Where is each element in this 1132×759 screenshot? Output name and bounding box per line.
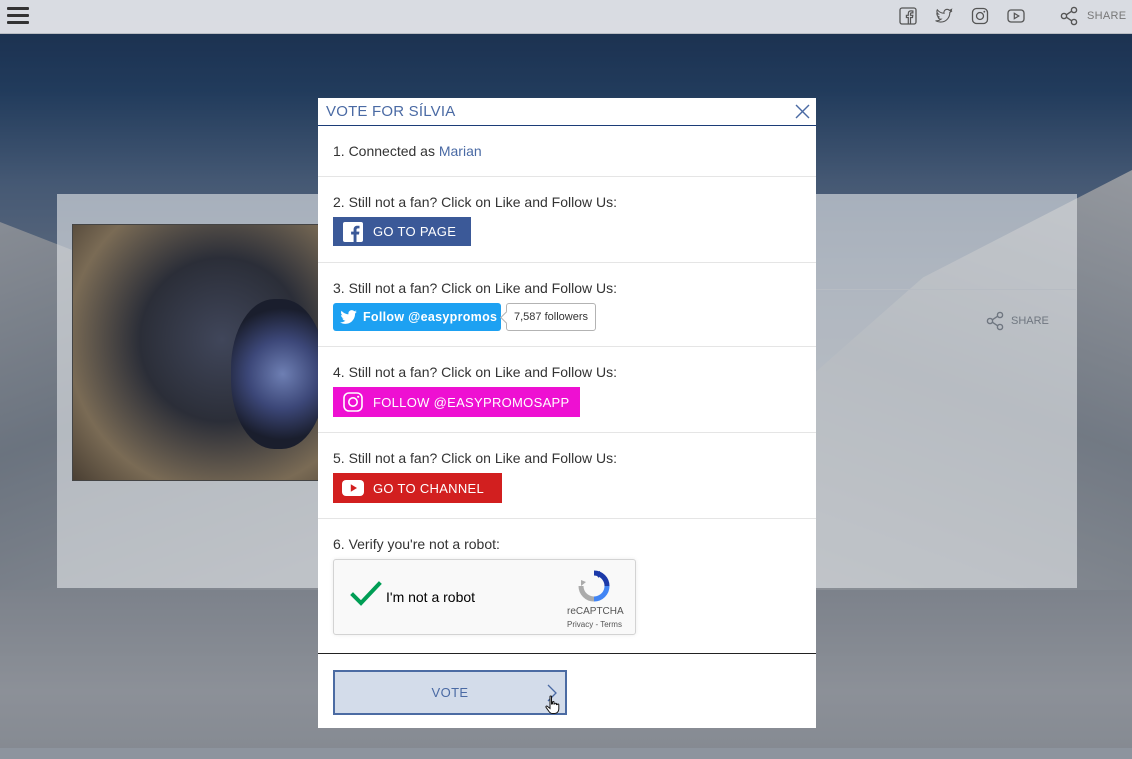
entry-photo bbox=[72, 224, 322, 481]
step-captcha: 6. Verify you're not a robot: I'm not a … bbox=[318, 519, 816, 653]
share-icon bbox=[1060, 6, 1078, 26]
instagram-icon bbox=[333, 392, 373, 412]
vote-modal: VOTE FOR SÍLVIA 1. Connected as Marian 2… bbox=[318, 98, 816, 728]
top-share-button[interactable]: SHARE bbox=[1059, 6, 1126, 26]
card-share-button[interactable]: SHARE bbox=[985, 311, 1049, 331]
step1-text: 1. Connected as Marian bbox=[333, 143, 482, 159]
youtube-go-to-channel-button[interactable]: GO TO CHANNEL bbox=[333, 473, 502, 503]
step-youtube: 5. Still not a fan? Click on Like and Fo… bbox=[318, 433, 816, 519]
twitter-icon bbox=[333, 310, 363, 324]
step-facebook: 2. Still not a fan? Click on Like and Fo… bbox=[318, 177, 816, 263]
vote-button[interactable]: VOTE bbox=[333, 670, 567, 715]
checkmark-icon[interactable] bbox=[350, 580, 382, 608]
facebook-icon[interactable] bbox=[899, 7, 917, 25]
step-instagram: 4. Still not a fan? Click on Like and Fo… bbox=[318, 347, 816, 433]
recaptcha-logo-icon bbox=[578, 570, 610, 602]
captcha-brand: reCAPTCHA bbox=[567, 606, 624, 617]
card-share-label: SHARE bbox=[1011, 315, 1049, 327]
menu-icon[interactable] bbox=[7, 7, 29, 25]
twitter-follow-button[interactable]: Follow @easypromos bbox=[333, 303, 501, 331]
twitter-icon[interactable] bbox=[935, 7, 953, 25]
youtube-icon bbox=[333, 480, 373, 496]
step6-text: 6. Verify you're not a robot: bbox=[333, 536, 500, 552]
vote-button-label: VOTE bbox=[431, 685, 469, 700]
modal-header: VOTE FOR SÍLVIA bbox=[318, 98, 816, 126]
step2-text: 2. Still not a fan? Click on Like and Fo… bbox=[333, 194, 618, 210]
step4-text: 4. Still not a fan? Click on Like and Fo… bbox=[333, 364, 618, 380]
top-share-label: SHARE bbox=[1087, 10, 1127, 22]
connected-username[interactable]: Marian bbox=[439, 143, 482, 159]
facebook-icon bbox=[333, 221, 373, 242]
twitter-followers-count[interactable]: 7,587 followers bbox=[506, 303, 596, 331]
instagram-button-label: FOLLOW @EASYPROMOSAPP bbox=[373, 394, 570, 410]
close-icon[interactable] bbox=[794, 103, 811, 120]
card-divider bbox=[816, 289, 1076, 290]
captcha-label: I'm not a robot bbox=[386, 589, 476, 605]
step3-text: 3. Still not a fan? Click on Like and Fo… bbox=[333, 280, 618, 296]
vote-footer: VOTE bbox=[318, 653, 816, 728]
captcha-privacy-terms-links[interactable]: Privacy - Terms bbox=[567, 620, 622, 629]
instagram-follow-button[interactable]: FOLLOW @EASYPROMOSAPP bbox=[333, 387, 580, 417]
hand-cursor-icon bbox=[545, 695, 560, 714]
step5-text: 5. Still not a fan? Click on Like and Fo… bbox=[333, 450, 618, 466]
youtube-icon[interactable] bbox=[1007, 7, 1025, 25]
facebook-go-to-page-button[interactable]: GO TO PAGE bbox=[333, 217, 471, 246]
instagram-icon[interactable] bbox=[971, 7, 989, 25]
top-bar: SHARE bbox=[0, 0, 1132, 34]
bottom-strip bbox=[0, 748, 1132, 759]
vehicle-wheel bbox=[231, 299, 321, 449]
share-icon bbox=[986, 311, 1004, 331]
youtube-button-label: GO TO CHANNEL bbox=[373, 480, 485, 496]
step-twitter: 3. Still not a fan? Click on Like and Fo… bbox=[318, 263, 816, 347]
recaptcha-widget: I'm not a robot reCAPTCHA Privacy - Term… bbox=[333, 559, 636, 635]
twitter-button-label: Follow @easypromos bbox=[363, 310, 498, 324]
modal-title: VOTE FOR SÍLVIA bbox=[326, 103, 456, 120]
facebook-button-label: GO TO PAGE bbox=[373, 224, 457, 239]
step-connected: 1. Connected as Marian bbox=[318, 126, 816, 177]
step1-prefix: 1. Connected as bbox=[333, 143, 439, 159]
